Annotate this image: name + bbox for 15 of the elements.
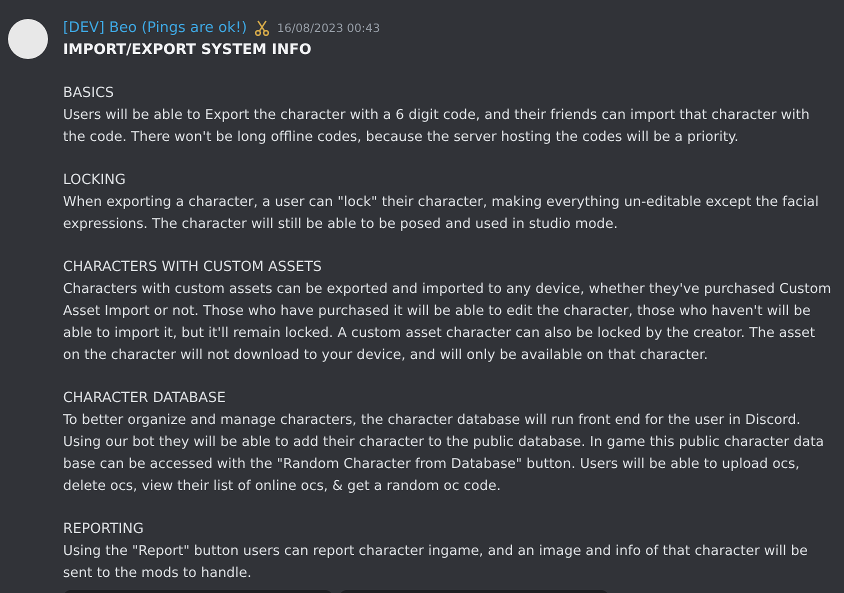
- scissors-icon: [252, 19, 271, 37]
- section-heading: CHARACTERS WITH CUSTOM ASSETS: [63, 258, 323, 277]
- author-name[interactable]: [DEV] Beo (Pings are ok!): [63, 20, 247, 36]
- section-heading: LOCKING: [63, 171, 127, 190]
- timestamp: 16/08/2023 00:43: [276, 21, 380, 35]
- section-text: When exporting a character, a user can "lock" their character, making everything un-editable except the facial expressions. The character will still be able to be posed and used in studio mode.: [63, 193, 820, 234]
- section-heading: REPORTING: [63, 520, 145, 539]
- section-heading: BASICS: [63, 84, 115, 103]
- message-title: IMPORT/EXPORT SYSTEM INFO: [63, 41, 312, 60]
- section-text: Users will be able to Export the character with a 6 digit code, and their friends can import that character with the code. There won't be long offline codes, because the server hosting the codes will be a priority.: [63, 106, 811, 147]
- section-text: To better organize and manage characters, the character database will run front end for the user in Discord. Using our bot they will be able to add their character to the public database. In game this public character data base can be accessed with the "Random Character from Database" button. Users will be able to upload ocs, delete ocs, view their list of online ocs, & get a random oc code.: [63, 411, 825, 496]
- section-text: Characters with custom assets can be exported and imported to any device, whether they've purchased Custom Asset Import or not. Those who have purchased it will be able to edit the character, those who haven't will be able to import it, but it'll remain locked. A custom asset character can also be locked by the creator. The asset on the character will not download to your device, and will only be available on that character.: [63, 280, 832, 365]
- avatar[interactable]: [8, 19, 48, 59]
- section-text: Using the "Report" button users can report character ingame, and an image and info of that character will be sent to the mods to handle.: [63, 542, 809, 583]
- section-heading: CHARACTER DATABASE: [63, 389, 227, 408]
